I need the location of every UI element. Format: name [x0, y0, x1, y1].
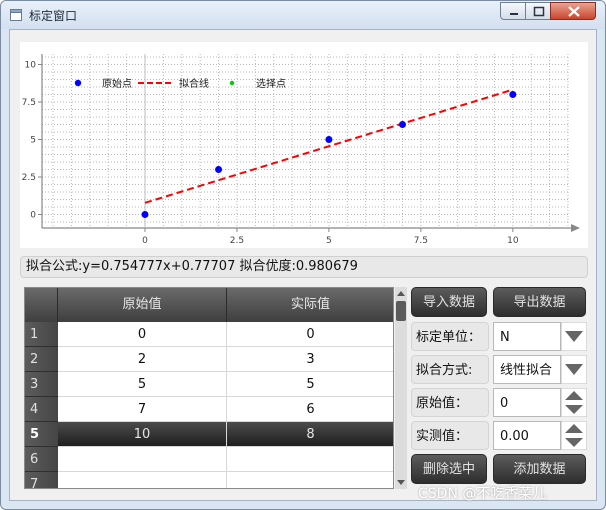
table-corner[interactable]: [25, 288, 58, 322]
main-panel: 0 2.5 5 7.5 10 0 2.5 5 7.5 10 原始点 拟合线 选择点 拟合公式:y=0.7…: [9, 29, 597, 501]
y-tick-label: 2.5: [22, 173, 36, 183]
export-data-button[interactable]: 导出数据: [493, 287, 586, 317]
scrollbar-thumb[interactable]: [396, 301, 406, 321]
legend-label-selected: 选择点: [256, 77, 286, 90]
legend-marker-selected: [229, 80, 235, 86]
unit-select[interactable]: N: [493, 322, 561, 351]
data-point: [215, 166, 223, 173]
original-value-input[interactable]: 0: [493, 388, 561, 417]
legend-label-fit: 拟合线: [179, 77, 209, 90]
cell-original-value[interactable]: [58, 472, 227, 488]
fit-chart[interactable]: 0 2.5 5 7.5 10 0 2.5 5 7.5 10 原始点 拟合线 选择点: [20, 42, 588, 248]
header-original-value[interactable]: 原始值: [58, 288, 227, 322]
measured-value-input[interactable]: 0.00: [493, 421, 561, 450]
cell-original-value[interactable]: 0: [58, 322, 227, 347]
y-tick-label: 7.5: [22, 98, 36, 108]
add-data-button[interactable]: 添加数据: [493, 454, 586, 484]
unit-label: 标定单位：: [411, 322, 489, 351]
table-scrollbar[interactable]: [395, 287, 407, 489]
fit-line: [144, 88, 514, 204]
x-tick-label: 10: [507, 236, 519, 246]
close-button[interactable]: [550, 2, 596, 20]
row-number[interactable]: 5: [25, 422, 58, 447]
unit-dropdown-icon[interactable]: [561, 322, 587, 351]
y-tick-label: 0: [30, 211, 36, 221]
data-point: [398, 121, 406, 128]
x-axis-arrow-icon: [571, 224, 580, 232]
cell-original-value[interactable]: 7: [58, 397, 227, 422]
cell-original-value[interactable]: 5: [58, 372, 227, 397]
x-tick-label: 7.5: [414, 236, 428, 246]
x-tick-label: 0: [142, 236, 148, 246]
chart-canvas: 0 2.5 5 7.5 10 0 2.5 5 7.5 10 原始点 拟合线 选择点: [22, 54, 580, 246]
cell-original-value[interactable]: [58, 447, 227, 472]
cell-actual-value[interactable]: 6: [227, 397, 393, 422]
y-tick-label: 10: [25, 61, 37, 71]
minimize-button[interactable]: [500, 2, 526, 20]
cell-actual-value[interactable]: 3: [227, 347, 393, 372]
cell-actual-value[interactable]: 8: [227, 422, 393, 447]
calibration-window: 标定窗口 0 2.5 5 7.5 10 0 2.5 5 7.5 10 原始点 拟合线 选择点 拟合公式:…: [0, 0, 606, 510]
delete-selected-button[interactable]: 删除选中: [411, 454, 487, 484]
method-select[interactable]: 线性拟合: [493, 355, 561, 384]
row-number[interactable]: 3: [25, 372, 58, 397]
maximize-button[interactable]: [525, 2, 551, 20]
original-value-spinner-icon[interactable]: [561, 388, 587, 417]
row-number[interactable]: 1: [25, 322, 58, 347]
row-number[interactable]: 7: [25, 472, 58, 488]
fit-formula-label: 拟合公式:y=0.754777x+0.77707 拟合优度:0.980679: [20, 256, 588, 278]
measured-value-label: 实测值：: [411, 421, 489, 450]
data-point: [141, 211, 149, 218]
cell-actual-value[interactable]: [227, 472, 393, 488]
original-value-label: 原始值：: [411, 388, 489, 417]
scroll-up-icon[interactable]: [395, 287, 407, 299]
data-point: [509, 91, 517, 98]
maximize-icon: [533, 6, 545, 17]
x-tick-label: 5: [326, 236, 332, 246]
row-number[interactable]: 2: [25, 347, 58, 372]
legend-label-original: 原始点: [102, 77, 132, 90]
watermark: CSDN @不吃香菜儿: [418, 486, 547, 502]
window-icon: [10, 9, 22, 21]
row-number[interactable]: 6: [25, 447, 58, 472]
import-data-button[interactable]: 导入数据: [411, 287, 487, 317]
measured-value-spinner-icon[interactable]: [561, 421, 587, 450]
legend-marker-original: [74, 79, 82, 87]
method-label: 拟合方式:: [411, 355, 489, 384]
close-icon: [568, 6, 580, 17]
scroll-down-icon[interactable]: [395, 477, 407, 489]
data-table[interactable]: 原始值 实际值 1 0 0 2 2 3 3 5 5 4 7 6 5 10 8 6 7: [24, 287, 394, 489]
y-tick-label: 5: [30, 136, 36, 146]
minimize-icon: [510, 13, 518, 15]
x-tick-label: 2.5: [230, 236, 244, 246]
table-header: 原始值 实际值: [25, 288, 393, 322]
cell-actual-value[interactable]: 0: [227, 322, 393, 347]
cell-actual-value[interactable]: [227, 447, 393, 472]
row-number[interactable]: 4: [25, 397, 58, 422]
title-bar[interactable]: 标定窗口: [1, 1, 605, 29]
cell-original-value[interactable]: 10: [58, 422, 227, 447]
cell-original-value[interactable]: 2: [58, 347, 227, 372]
data-point: [325, 136, 333, 143]
header-actual-value[interactable]: 实际值: [227, 288, 393, 322]
window-title: 标定窗口: [29, 9, 78, 23]
method-dropdown-icon[interactable]: [561, 355, 587, 384]
cell-actual-value[interactable]: 5: [227, 372, 393, 397]
